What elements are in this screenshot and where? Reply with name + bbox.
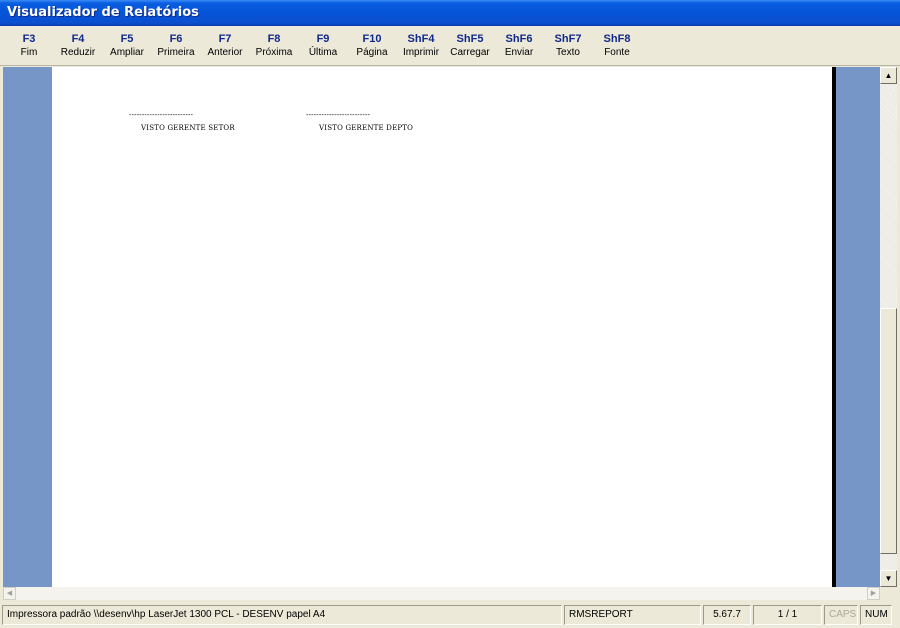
vertical-scroll-thumb[interactable] bbox=[880, 308, 897, 554]
version-status: 5.67.7 bbox=[703, 605, 751, 625]
action-label: Fonte bbox=[604, 47, 630, 58]
action-label: Reduzir bbox=[60, 47, 96, 58]
caps-lock-indicator: CAPS bbox=[824, 605, 858, 625]
key-label: ShF7 bbox=[554, 33, 582, 45]
f4-reduce-button[interactable]: F4 Reduzir bbox=[54, 32, 102, 62]
key-label: F3 bbox=[22, 33, 36, 45]
signature-line-department: ------------------------- bbox=[306, 111, 371, 119]
scroll-up-icon[interactable]: ▲ bbox=[880, 67, 897, 84]
key-label: ShF8 bbox=[603, 33, 631, 45]
f10-page-button[interactable]: F10 Página bbox=[348, 32, 396, 62]
f9-last-page-button[interactable]: F9 Última bbox=[299, 32, 347, 62]
f7-previous-page-button[interactable]: F7 Anterior bbox=[201, 32, 249, 62]
key-label: F8 bbox=[267, 33, 281, 45]
scrollbar-corner bbox=[880, 587, 897, 600]
action-label: Última bbox=[308, 47, 338, 58]
title-bar[interactable]: Visualizador de Relatórios bbox=[0, 0, 900, 26]
action-label: Fim bbox=[20, 47, 38, 58]
scroll-down-icon[interactable]: ▼ bbox=[880, 570, 897, 587]
num-lock-indicator: NUM bbox=[860, 605, 892, 625]
report-page: ------------------------- VISTO GERENTE … bbox=[52, 67, 832, 587]
action-label: Imprimir bbox=[402, 47, 440, 58]
printer-status: Impressora padrão \\desenv\hp LaserJet 1… bbox=[2, 605, 562, 625]
shf6-send-button[interactable]: ShF6 Enviar bbox=[495, 32, 543, 62]
key-label: ShF6 bbox=[505, 33, 533, 45]
key-label: F10 bbox=[362, 33, 382, 45]
action-label: Ampliar bbox=[110, 47, 144, 58]
horizontal-scrollbar[interactable]: ◀ ▶ bbox=[3, 587, 880, 600]
page-shadow bbox=[832, 67, 836, 587]
window-title: Visualizador de Relatórios bbox=[7, 5, 199, 20]
page-counter: 1 / 1 bbox=[753, 605, 822, 625]
key-label: ShF5 bbox=[456, 33, 484, 45]
shf5-load-button[interactable]: ShF5 Carregar bbox=[446, 32, 494, 62]
action-label: Enviar bbox=[504, 47, 534, 58]
action-label: Primeira bbox=[157, 47, 195, 58]
scroll-left-icon[interactable]: ◀ bbox=[3, 587, 16, 600]
vertical-scrollbar[interactable]: ▲ ▼ bbox=[880, 67, 897, 587]
shf7-text-button[interactable]: ShF7 Texto bbox=[544, 32, 592, 62]
scroll-right-icon[interactable]: ▶ bbox=[867, 587, 880, 600]
action-label: Anterior bbox=[207, 47, 243, 58]
shf8-font-button[interactable]: ShF8 Fonte bbox=[593, 32, 641, 62]
key-label: F5 bbox=[120, 33, 134, 45]
signature-label-department: VISTO GERENTE DEPTO bbox=[319, 124, 414, 132]
status-bar: Impressora padrão \\desenv\hp LaserJet 1… bbox=[0, 602, 900, 628]
key-label: F6 bbox=[169, 33, 183, 45]
module-status: RMSREPORT bbox=[564, 605, 701, 625]
f8-next-page-button[interactable]: F8 Próxima bbox=[250, 32, 298, 62]
action-label: Texto bbox=[556, 47, 580, 58]
action-label: Página bbox=[356, 47, 388, 58]
shf4-print-button[interactable]: ShF4 Imprimir bbox=[397, 32, 445, 62]
key-label: F7 bbox=[218, 33, 232, 45]
function-key-toolbar: F3 Fim F4 Reduzir F5 Ampliar F6 Primeira… bbox=[0, 26, 900, 66]
key-label: ShF4 bbox=[407, 33, 435, 45]
f6-first-page-button[interactable]: F6 Primeira bbox=[152, 32, 200, 62]
report-viewer-window: Visualizador de Relatórios F3 Fim F4 Red… bbox=[0, 0, 900, 628]
action-label: Carregar bbox=[450, 47, 490, 58]
f5-enlarge-button[interactable]: F5 Ampliar bbox=[103, 32, 151, 62]
signature-line-sector: ------------------------- bbox=[129, 111, 194, 119]
f3-end-button[interactable]: F3 Fim bbox=[5, 32, 53, 62]
report-viewport[interactable]: ------------------------- VISTO GERENTE … bbox=[3, 67, 897, 600]
signature-label-sector: VISTO GERENTE SETOR bbox=[141, 124, 235, 132]
key-label: F9 bbox=[316, 33, 330, 45]
key-label: F4 bbox=[71, 33, 85, 45]
action-label: Próxima bbox=[255, 47, 293, 58]
